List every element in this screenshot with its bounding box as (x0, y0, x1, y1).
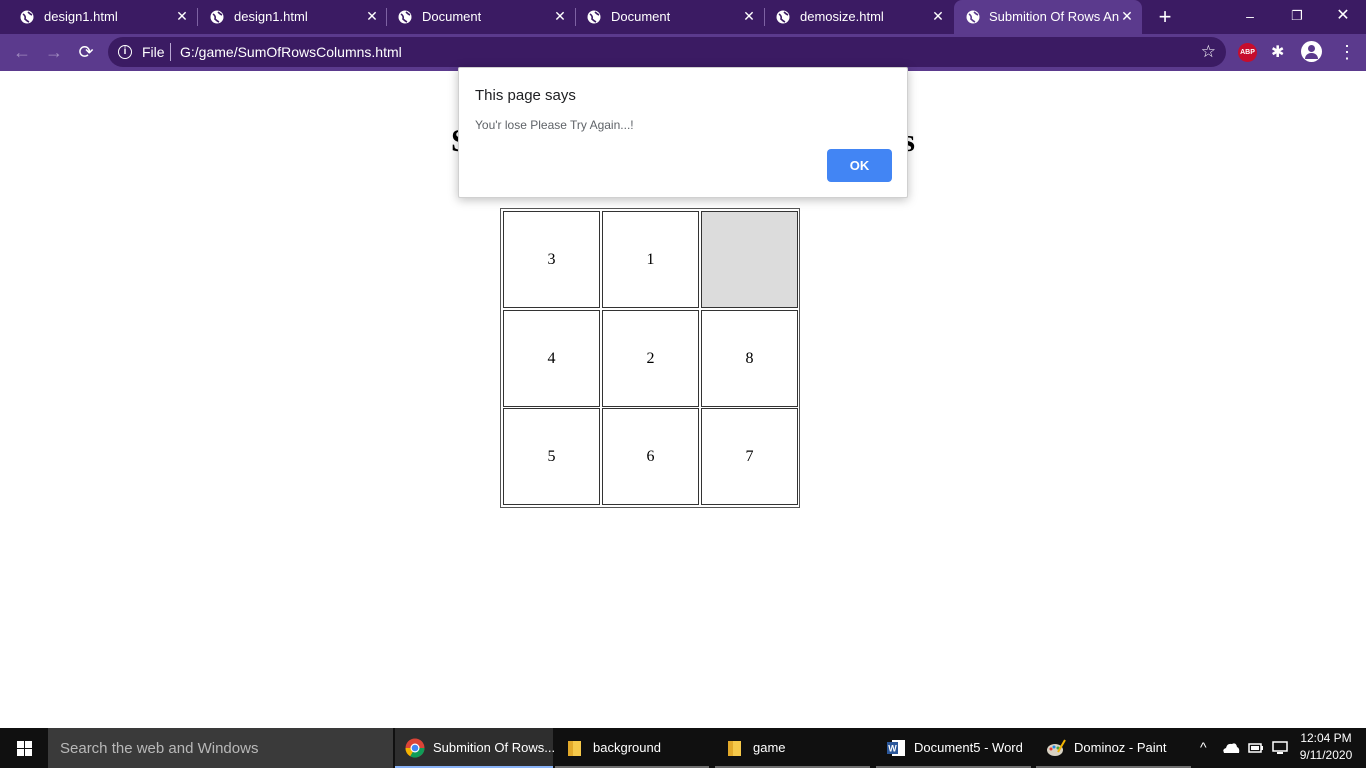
minimize-button[interactable]: – (1238, 4, 1262, 28)
window-close-button[interactable]: ✕ (1331, 4, 1355, 28)
taskbar-item-label: background (593, 740, 661, 755)
url-text[interactable]: G:/game/SumOfRowsColumns.html (180, 44, 402, 60)
globe-icon (398, 10, 412, 24)
windows-logo-icon (17, 741, 32, 756)
tab-title: Document (422, 9, 482, 24)
menu-icon[interactable]: ⋮ (1338, 42, 1356, 63)
tab-title: design1.html (234, 9, 308, 24)
grid-cell[interactable]: 7 (701, 408, 798, 505)
network-icon[interactable] (1272, 740, 1288, 756)
taskbar-search-box[interactable]: Search the web and Windows (48, 728, 393, 768)
word-icon: W (887, 740, 905, 756)
grid-cell[interactable]: 6 (602, 408, 699, 505)
clock-time[interactable]: 12:04 PM (1296, 731, 1356, 745)
tab-title: demosize.html (800, 9, 884, 24)
globe-icon (210, 10, 224, 24)
profile-icon[interactable] (1301, 41, 1322, 62)
taskbar-item-chrome[interactable]: Submition Of Rows... (395, 728, 556, 768)
tab-strip: design1.html ✕ design1.html ✕ Document ✕… (0, 0, 1366, 34)
grid-cell[interactable]: 8 (701, 310, 798, 407)
tray-chevron-icon[interactable]: ^ (1200, 739, 1207, 755)
tab-close-icon[interactable]: ✕ (741, 8, 757, 24)
scheme-label: File (142, 44, 165, 60)
browser-tab[interactable]: Document ✕ (378, 0, 568, 34)
browser-tab-active[interactable]: Submition Of Rows Anc ✕ (954, 0, 1142, 34)
browser-tab[interactable]: Document ✕ (567, 0, 757, 34)
clock-date[interactable]: 9/11/2020 (1296, 748, 1356, 762)
address-bar[interactable]: i File G:/game/SumOfRowsColumns.html ☆ (108, 37, 1226, 67)
browser-tab[interactable]: design1.html ✕ (190, 0, 380, 34)
browser-tab[interactable]: demosize.html ✕ (756, 0, 946, 34)
puzzle-grid: 3 1 4 2 8 5 6 7 (500, 208, 800, 508)
tab-close-icon[interactable]: ✕ (1119, 8, 1135, 24)
start-button[interactable] (0, 728, 48, 768)
tab-title: Document (611, 9, 671, 24)
grid-cell[interactable]: 1 (602, 211, 699, 308)
grid-cell-empty[interactable] (701, 211, 798, 308)
grid-cell[interactable]: 5 (503, 408, 600, 505)
taskbar-item-label: game (753, 740, 786, 755)
address-separator (170, 43, 171, 61)
paint-icon (1047, 739, 1066, 756)
tab-title: design1.html (44, 9, 118, 24)
tab-close-icon[interactable]: ✕ (930, 8, 946, 24)
taskbar-item-folder[interactable]: background (555, 728, 709, 768)
svg-text:W: W (888, 744, 897, 754)
tab-close-icon[interactable]: ✕ (552, 8, 568, 24)
forward-button[interactable]: → (42, 40, 66, 64)
taskbar-item-label: Dominoz - Paint (1074, 740, 1167, 755)
adblock-icon[interactable]: ABP (1238, 43, 1257, 62)
restore-button[interactable]: ❐ (1285, 4, 1309, 28)
folder-icon (568, 741, 581, 756)
bookmark-star-icon[interactable]: ☆ (1201, 42, 1216, 62)
extensions-icon[interactable]: ✱ (1271, 42, 1284, 62)
onedrive-icon[interactable] (1222, 741, 1240, 755)
battery-icon[interactable] (1248, 741, 1264, 755)
new-tab-button[interactable]: + (1155, 6, 1175, 28)
browser-toolbar: ← → ⟳ i File G:/game/SumOfRowsColumns.ht… (0, 34, 1366, 71)
folder-icon (728, 741, 741, 756)
windows-taskbar: Search the web and Windows Submition Of … (0, 728, 1366, 768)
alert-title: This page says (475, 87, 576, 104)
ok-button[interactable]: OK (827, 149, 892, 182)
tab-title: Submition Of Rows Anc (989, 9, 1119, 24)
taskbar-item-folder[interactable]: game (715, 728, 870, 768)
chrome-icon (405, 738, 425, 758)
globe-icon (587, 10, 601, 24)
alert-dialog: This page says You'r lose Please Try Aga… (458, 67, 908, 198)
reload-button[interactable]: ⟳ (74, 40, 98, 64)
alert-message: You'r lose Please Try Again...! (475, 118, 634, 132)
taskbar-item-paint[interactable]: Dominoz - Paint (1036, 728, 1191, 768)
grid-cell[interactable]: 4 (503, 310, 600, 407)
grid-cell[interactable]: 3 (503, 211, 600, 308)
browser-tab[interactable]: design1.html ✕ (0, 0, 190, 34)
taskbar-item-label: Submition Of Rows... (433, 740, 556, 755)
back-button[interactable]: ← (10, 40, 34, 64)
globe-icon (20, 10, 34, 24)
taskbar-item-word[interactable]: W Document5 - Word (876, 728, 1031, 768)
globe-icon (966, 10, 980, 24)
globe-icon (776, 10, 790, 24)
grid-cell[interactable]: 2 (602, 310, 699, 407)
info-icon[interactable]: i (118, 45, 132, 59)
search-placeholder: Search the web and Windows (60, 740, 259, 757)
taskbar-item-label: Document5 - Word (914, 740, 1023, 755)
tab-close-icon[interactable]: ✕ (174, 8, 190, 24)
